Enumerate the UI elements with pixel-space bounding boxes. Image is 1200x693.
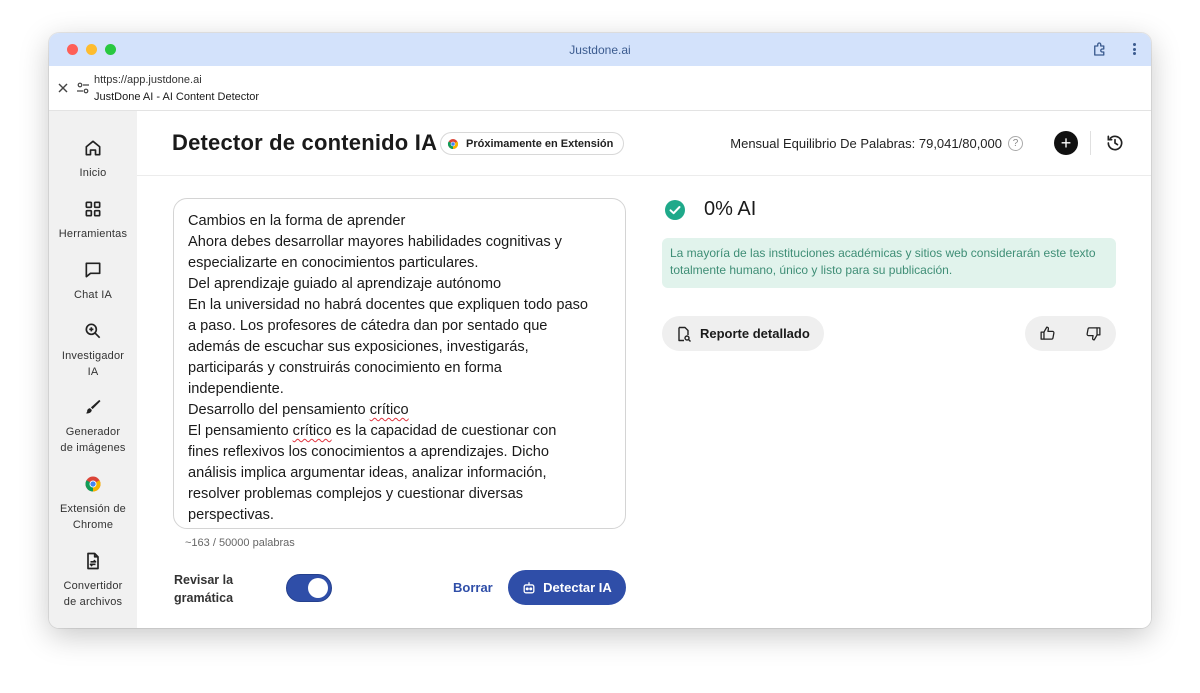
spelling-error[interactable]: crítico: [370, 402, 409, 418]
editor-line: El pensamiento crítico es la capacidad d…: [188, 421, 611, 442]
more-menu-icon[interactable]: [1131, 41, 1137, 57]
thumbs-up-icon: [1040, 326, 1055, 340]
editor-line: a paso. Los profesores de cátedra dan po…: [188, 318, 548, 334]
editor-line: independiente.: [188, 381, 284, 397]
editor-text: El pensamiento: [188, 423, 293, 439]
editor-line: análisis implica argumentar ideas, anali…: [188, 465, 547, 481]
search-icon: [85, 323, 101, 338]
header-divider: [1090, 131, 1091, 155]
url-text[interactable]: https://app.justdone.ai: [94, 74, 202, 86]
sidebar-item-label: Investigador IA: [61, 349, 125, 378]
titlebar: Justdone.ai: [49, 33, 1151, 66]
result-header: 0% AI: [664, 198, 756, 221]
brush-icon: [85, 400, 101, 414]
word-balance-label: Mensual Equilibrio De Palabras: 79,041/8…: [730, 136, 1002, 151]
editor-line: En la universidad no habrá docentes que …: [188, 297, 589, 313]
app-container: Inicio Herramientas Chat IA Investigador…: [49, 111, 1151, 628]
grid-icon: [85, 201, 101, 217]
sidebar-item-herramientas[interactable]: Herramientas: [49, 199, 137, 260]
editor-line: Ahora debes desarrollar mayores habilida…: [188, 234, 562, 250]
word-count: ~163 / 50000 palabras: [185, 537, 295, 549]
extension-badge[interactable]: Próximamente en Extensión: [440, 132, 625, 155]
detect-ai-label: Detectar IA: [543, 580, 612, 595]
history-icon[interactable]: [1105, 133, 1125, 153]
thumbs-down-icon: [1086, 327, 1101, 341]
thumbs-up-button[interactable]: [1025, 316, 1071, 351]
text-editor[interactable]: Cambios en la forma de aprender Ahora de…: [173, 198, 626, 529]
sidebar-item-investigador-ia[interactable]: Investigador IA: [49, 321, 137, 398]
editor-text: Desarrollo del pensamiento: [188, 402, 370, 418]
sidebar-item-label: Herramientas: [58, 227, 128, 240]
page-title-text: JustDone AI - AI Content Detector: [94, 91, 260, 103]
page-header: Detector de contenido IA Próximamente en…: [137, 111, 1151, 176]
browser-window: Justdone.ai https://app.justdone.ai Just…: [49, 33, 1151, 628]
sidebar-item-extension-chrome[interactable]: Extensión de Chrome: [49, 474, 137, 551]
editor-text: es la capacidad de cuestionar con: [331, 423, 557, 439]
help-icon[interactable]: ?: [1008, 136, 1023, 151]
feedback-group: [1025, 316, 1116, 351]
editor-line: fines reflexivos los conocimientos a apr…: [188, 444, 549, 460]
add-words-button[interactable]: +: [1054, 131, 1078, 155]
grammar-check-toggle[interactable]: [286, 574, 332, 602]
sidebar-item-label: Generador de imágenes: [60, 426, 126, 455]
sidebar-item-convertidor-archivos[interactable]: Convertidor de archivos: [49, 551, 137, 628]
sidebar-item-label: Convertidor de archivos: [63, 580, 123, 609]
main-content: Detector de contenido IA Próximamente en…: [137, 111, 1151, 628]
editor-line: Desarrollo del pensamiento crítico: [188, 400, 611, 421]
sidebar-item-chat-ia[interactable]: Chat IA: [49, 260, 137, 321]
sidebar-item-label: Chat IA: [73, 288, 113, 301]
detailed-report-label: Reporte detallado: [700, 326, 810, 341]
result-note: La mayoría de las instituciones académic…: [662, 238, 1116, 288]
editor-line: perspectivas.: [188, 507, 274, 523]
robot-icon: [523, 581, 535, 593]
detect-ai-button[interactable]: Detectar IA: [508, 570, 626, 605]
sidebar: Inicio Herramientas Chat IA Investigador…: [49, 111, 137, 628]
puzzle-icon[interactable]: [1091, 40, 1109, 58]
ai-score: 0% AI: [704, 198, 757, 220]
chrome-icon: [447, 138, 459, 149]
page-title: Detector de contenido IA: [172, 130, 438, 155]
sidebar-item-label: Inicio: [79, 167, 107, 179]
grammar-check-label: Revisar la gramática: [174, 573, 234, 605]
close-icon[interactable]: [57, 82, 69, 94]
check-circle-icon: [665, 199, 685, 220]
address-bar: https://app.justdone.ai JustDone AI - AI…: [49, 66, 1151, 111]
word-balance: Mensual Equilibrio De Palabras: 79,041/8…: [730, 136, 1023, 151]
extension-badge-label: Próximamente en Extensión: [466, 137, 614, 150]
thumbs-down-button[interactable]: [1071, 316, 1117, 351]
editor-line: resolver problemas complejos y cuestiona…: [188, 486, 523, 502]
report-icon: [678, 326, 691, 342]
sidebar-item-inicio[interactable]: Inicio: [49, 138, 137, 199]
site-settings-icon[interactable]: [76, 81, 90, 95]
sidebar-item-label: Extensión de Chrome: [60, 503, 126, 532]
editor-line: participarás y construirás conocimiento …: [188, 360, 502, 376]
file-convert-icon: [87, 552, 99, 570]
sidebar-item-generador-imagenes[interactable]: Generador de imágenes: [49, 397, 137, 474]
spelling-error[interactable]: crítico: [293, 423, 332, 439]
window-title: Justdone.ai: [569, 43, 631, 57]
editor-line: Cambios en la forma de aprender: [188, 213, 406, 229]
chrome-icon: [85, 476, 101, 492]
editor-line: además de escuchar sus exposiciones, inv…: [188, 339, 529, 355]
editor-line: especializarte en conocimientos particul…: [188, 255, 479, 271]
clear-button[interactable]: Borrar: [453, 580, 493, 595]
editor-line: Del aprendizaje guiado al aprendizaje au…: [188, 276, 502, 292]
home-icon: [85, 140, 101, 156]
detailed-report-button[interactable]: Reporte detallado: [662, 316, 824, 351]
chat-icon: [85, 262, 101, 278]
